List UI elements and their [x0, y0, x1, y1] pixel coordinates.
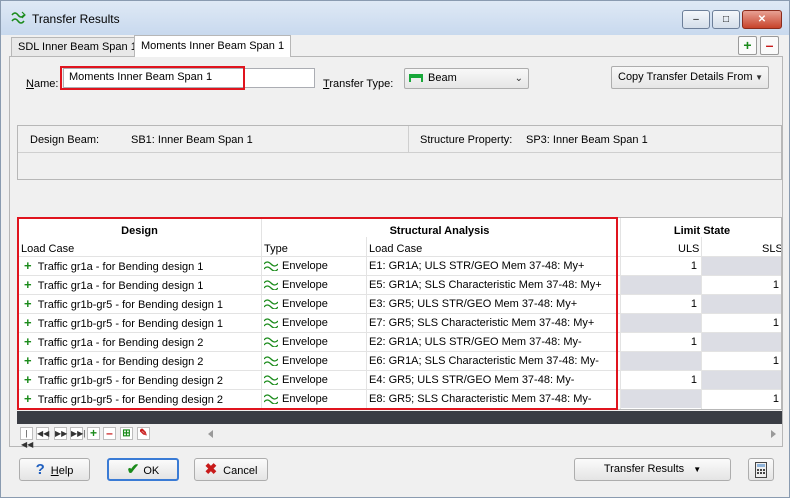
- dialog-body: SDL Inner Beam Span 1 Moments Inner Beam…: [5, 35, 785, 495]
- grid-navigator: |◀◀ ◀◀ ▶▶ ▶▶| + – ⊞ ✎: [17, 425, 782, 449]
- ok-button[interactable]: ✔ OK: [107, 458, 179, 481]
- minimize-button[interactable]: –: [682, 10, 710, 29]
- transfer-type-select[interactable]: Beam ⌄: [404, 68, 529, 89]
- clear-icon[interactable]: ✎: [137, 427, 150, 440]
- uls-cell[interactable]: 1: [621, 333, 697, 351]
- sls-cell[interactable]: [702, 295, 779, 313]
- calculator-icon: [755, 462, 767, 478]
- maximize-button[interactable]: □: [712, 10, 740, 29]
- tab-sdl-inner-beam-span-1[interactable]: SDL Inner Beam Span 1: [11, 37, 144, 57]
- sls-cell[interactable]: [702, 333, 779, 351]
- limit-state-group-header: Limit State: [673, 225, 731, 237]
- add-row-button[interactable]: +: [87, 427, 100, 440]
- structure-property-label: Structure Property:: [420, 134, 513, 146]
- copy-transfer-details-button[interactable]: Copy Transfer Details From ▼: [611, 66, 769, 89]
- window-title: Transfer Results: [32, 12, 120, 26]
- sls-cell[interactable]: [702, 371, 779, 389]
- help-icon: ?: [35, 461, 45, 478]
- transfer-results-window: Transfer Results – □ ✕ SDL Inner Beam Sp…: [0, 0, 790, 498]
- uls-cell[interactable]: 1: [621, 371, 697, 389]
- calculator-button[interactable]: [748, 458, 774, 481]
- beam-info-panel: Design Beam: SB1: Inner Beam Span 1 Stru…: [17, 125, 782, 180]
- last-record-button[interactable]: ▶▶|: [70, 427, 85, 440]
- structure-property-value: SP3: Inner Beam Span 1: [526, 134, 648, 146]
- remove-tab-button[interactable]: –: [760, 36, 779, 55]
- transfer-type-value: Beam: [428, 72, 457, 84]
- sls-cell[interactable]: 1: [702, 352, 779, 370]
- title-bar[interactable]: Transfer Results – □ ✕: [1, 1, 789, 35]
- transfer-results-button[interactable]: Transfer Results ▼: [574, 458, 731, 481]
- transfer-icon: [11, 11, 26, 24]
- beam-info-row: Design Beam: SB1: Inner Beam Span 1 Stru…: [18, 126, 781, 153]
- name-label: Name:: [26, 78, 59, 90]
- chevron-down-icon: ⌄: [514, 73, 523, 84]
- uls-cell[interactable]: 1: [621, 295, 697, 313]
- uls-column-header[interactable]: ULS: [678, 243, 699, 255]
- dropdown-arrow-icon: ▼: [693, 465, 702, 474]
- dropdown-arrow-icon: ▼: [755, 73, 763, 82]
- divider: [408, 126, 409, 153]
- design-beam-label: Design Beam:: [30, 134, 100, 146]
- scroll-right-icon: [771, 430, 776, 438]
- tab-page: Name: Moments Inner Beam Span 1 Transfer…: [9, 56, 783, 449]
- add-tab-button[interactable]: +: [738, 36, 757, 55]
- copy-transfer-details-label: Copy Transfer Details From: [618, 71, 753, 83]
- grid-separator-bar: [17, 411, 782, 424]
- cancel-button[interactable]: ✖ Cancel: [194, 458, 268, 481]
- sls-cell[interactable]: 1: [702, 390, 779, 408]
- uls-cell[interactable]: [621, 390, 697, 408]
- tab-moments-inner-beam-span-1[interactable]: Moments Inner Beam Span 1: [134, 35, 292, 57]
- beam-icon: [409, 74, 423, 83]
- delete-row-button[interactable]: –: [103, 427, 116, 440]
- uls-cell[interactable]: [621, 352, 697, 370]
- cancel-x-icon: ✖: [204, 461, 218, 478]
- uls-cell[interactable]: [621, 314, 697, 332]
- scroll-left-icon: [208, 430, 213, 438]
- first-record-button[interactable]: |◀◀: [20, 427, 33, 449]
- transfer-type-label: Transfer Type:: [323, 78, 394, 90]
- sls-cell[interactable]: 1: [702, 276, 779, 294]
- insert-row-icon[interactable]: ⊞: [120, 427, 133, 440]
- name-highlight-box: [60, 66, 245, 90]
- uls-cell[interactable]: 1: [621, 257, 697, 275]
- sls-cell[interactable]: [702, 257, 779, 275]
- design-beam-value: SB1: Inner Beam Span 1: [131, 134, 253, 146]
- previous-record-button[interactable]: ◀◀: [36, 427, 49, 440]
- sls-cell[interactable]: 1: [702, 314, 779, 332]
- horizontal-scrollbar[interactable]: [207, 429, 777, 439]
- help-button[interactable]: ? Help: [19, 458, 90, 481]
- close-button[interactable]: ✕: [742, 10, 782, 29]
- checkmark-icon: ✔: [126, 461, 140, 478]
- next-record-button[interactable]: ▶▶: [54, 427, 67, 440]
- uls-cell[interactable]: [621, 276, 697, 294]
- sls-column-header[interactable]: SLS: [762, 243, 781, 255]
- grid-highlight-box: [17, 217, 618, 410]
